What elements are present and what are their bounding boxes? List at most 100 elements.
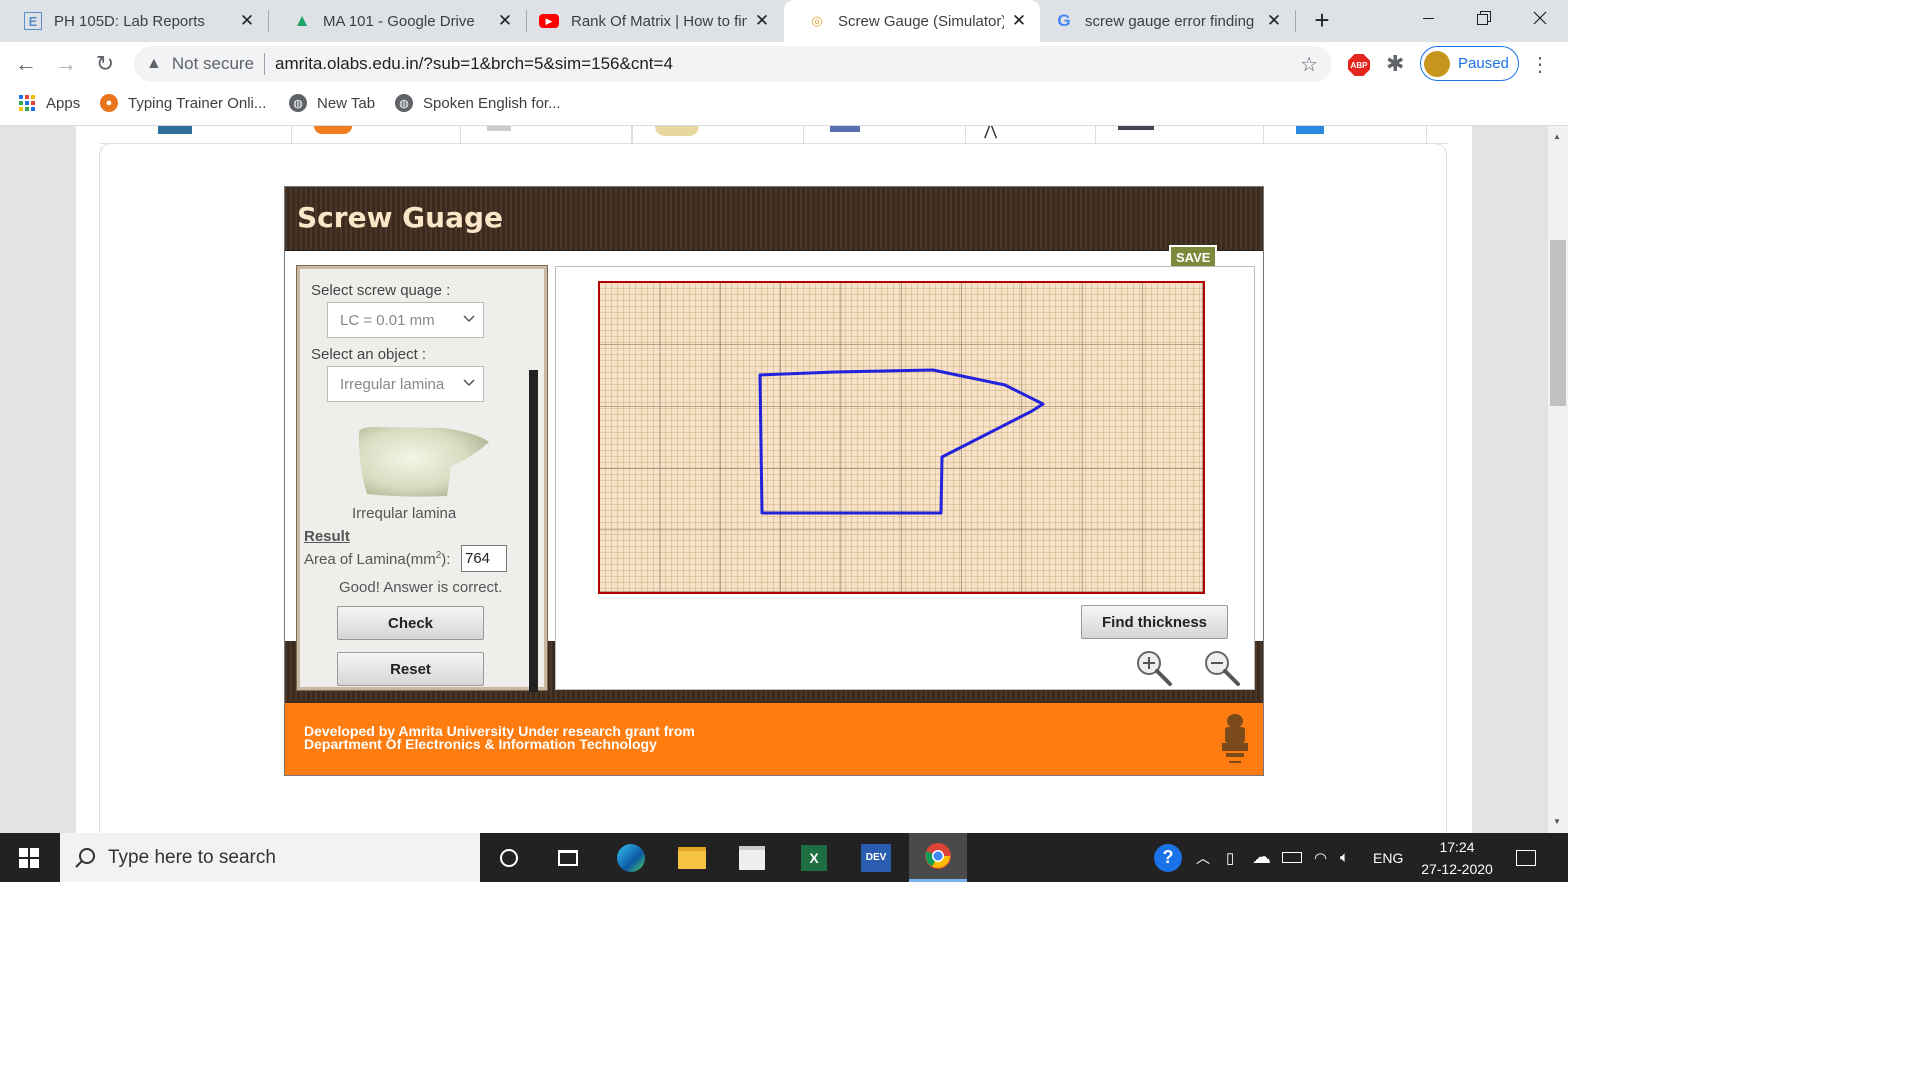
devcpp-app[interactable]: DEV [851,833,901,882]
bookmark-label: New Tab [317,94,376,112]
zoom-out-icon[interactable] [1202,649,1242,687]
scroll-down-icon[interactable]: ▼ [1553,817,1561,826]
bookmark-label: Spoken English for... [423,94,561,112]
typing-trainer-icon: ● [100,94,118,112]
simulator-footer: Developed by Amrita University Under res… [285,701,1263,775]
tab-strip: E PH 105D: Lab Reports ✕ ▲ MA 101 - Goog… [0,0,1568,42]
bookmark-spoken-english[interactable]: ◍ Spoken English for... [395,86,561,120]
url-text[interactable]: amrita.olabs.edu.in/?sub=1&brch=5&sim=15… [275,54,673,74]
tab-title: PH 105D: Lab Reports [54,12,205,30]
area-input[interactable] [461,545,507,572]
security-label[interactable]: Not secure [172,54,254,74]
extensions-puzzle-icon[interactable]: ✱ [1386,51,1404,77]
reload-button[interactable]: ↻ [91,50,119,78]
chrome-app[interactable] [909,833,967,882]
back-button[interactable]: ← [12,50,40,78]
area-label-suffix: ): [441,551,451,568]
tab-screw-gauge[interactable]: ◎ Screw Gauge (Simulator) : C ✕ [784,0,1040,42]
footer-credit: Developed by Amrita University Under res… [304,724,695,752]
select-gauge-label: Select screw quage : [311,282,451,299]
onedrive-tray[interactable]: ☁ [1252,833,1271,882]
notifications-button[interactable] [1516,833,1536,882]
close-icon[interactable]: ✕ [753,11,771,31]
store-bag-icon [739,845,765,870]
clock[interactable]: 17:24 27-12-2020 [1412,833,1502,882]
task-view-button[interactable] [543,833,593,882]
close-icon[interactable]: ✕ [1010,11,1028,31]
help-tray-icon[interactable]: ? [1154,833,1182,882]
menu-dots-icon[interactable]: ⋮ [1530,52,1550,77]
volume-tray[interactable]: 🔈︎ [1340,833,1349,882]
store-app[interactable] [727,833,777,882]
close-icon[interactable]: ✕ [238,11,256,31]
nav-page-icon [487,126,511,131]
start-button[interactable] [4,833,54,882]
reset-button[interactable]: Reset [337,652,484,686]
scrollbar-thumb[interactable] [1550,240,1566,406]
result-heading: Result [304,528,350,545]
excel-app[interactable]: X [789,833,839,882]
new-tab-button[interactable]: + [1306,4,1338,36]
bookmark-label: Apps [46,94,81,112]
object-select[interactable]: Irregular lamina [327,366,484,402]
nav-paper-icon [1118,126,1154,130]
graph-paper [598,281,1205,594]
taskbar-search[interactable]: Type here to search [60,833,480,882]
simulator: Screw Guage SAVE Select screw quage : LC… [284,186,1264,776]
forward-arrow-icon: → [55,51,77,76]
bookmarks-bar: Apps ● Typing Trainer Onli... ◍ New Tab … [0,86,1568,126]
language-indicator[interactable]: ENG [1373,833,1403,882]
dev-icon: DEV [861,843,891,872]
show-hidden-icons[interactable]: ︿ [1196,833,1210,882]
bookmark-apps[interactable]: Apps [18,86,80,120]
forward-button[interactable]: → [52,50,80,78]
divider [264,53,266,75]
profile-button[interactable]: Paused [1420,46,1519,81]
tab-title: Rank Of Matrix | How to fin [571,12,747,30]
edge-icon [617,843,645,872]
web-page: ⋀ Screw Guage SAVE Select screw quage : … [0,126,1548,833]
controls-panel: Select screw quage : LC = 0.01 mm Select… [297,266,547,690]
file-explorer-app[interactable] [667,833,717,882]
tab-youtube[interactable]: ▶ Rank Of Matrix | How to fin ✕ [527,0,783,42]
tab-lab-reports[interactable]: E PH 105D: Lab Reports ✕ [0,0,268,42]
meet-now-tray[interactable]: ▯ [1226,833,1234,882]
nav-sim-icon [655,126,699,136]
panel-scrollbar[interactable] [529,370,538,692]
battery-tray[interactable] [1282,833,1302,882]
close-icon[interactable]: ✕ [1265,11,1283,31]
lamina-thumbnail [358,427,489,497]
tab-google-drive[interactable]: ▲ MA 101 - Google Drive ✕ [269,0,526,42]
bookmark-new-tab[interactable]: ◍ New Tab [289,86,375,120]
minimize-icon [1422,17,1434,19]
star-icon[interactable]: ☆ [1300,52,1318,77]
windows-logo-icon [19,847,39,868]
minimize-button[interactable] [1400,0,1456,36]
tab-google-search[interactable]: G screw gauge error finding - ✕ [1041,0,1295,42]
close-icon[interactable]: ✕ [496,11,514,31]
simulator-body: SAVE Select screw quage : LC = 0.01 mm S… [285,245,1263,701]
page-scrollbar[interactable]: ▲ ▼ [1548,126,1568,833]
cortana-button[interactable] [484,833,534,882]
scroll-up-icon[interactable]: ▲ [1553,132,1561,141]
gauge-select[interactable]: LC = 0.01 mm [327,302,484,338]
check-button[interactable]: Check [337,606,484,640]
restore-button[interactable] [1456,0,1512,36]
wifi-tray[interactable]: ◠ [1314,833,1327,882]
workspace-panel: Find thickness [555,266,1255,690]
reload-icon: ↻ [95,51,115,76]
bookmark-typing-trainer[interactable]: ● Typing Trainer Onli... [100,86,266,120]
find-thickness-button[interactable]: Find thickness [1081,605,1228,639]
window-close-button[interactable] [1512,0,1568,36]
simulator-title: Screw Guage [297,201,504,234]
adblock-extension-icon[interactable]: ABP [1348,54,1370,76]
battery-icon [1282,852,1302,863]
footer-line-2: Department Of Electronics & Information … [304,736,657,752]
zoom-in-icon[interactable] [1134,649,1174,687]
edge-app[interactable] [606,833,656,882]
area-label: Area of Lamina(mm2): [304,550,450,568]
simulator-header: Screw Guage [285,187,1263,251]
wifi-icon: ◠ [1314,849,1328,867]
browser-toolbar: ← → ↻ ▲ Not secure amrita.olabs.edu.in/?… [0,42,1568,86]
address-bar[interactable]: ▲ Not secure amrita.olabs.edu.in/?sub=1&… [134,46,1332,82]
